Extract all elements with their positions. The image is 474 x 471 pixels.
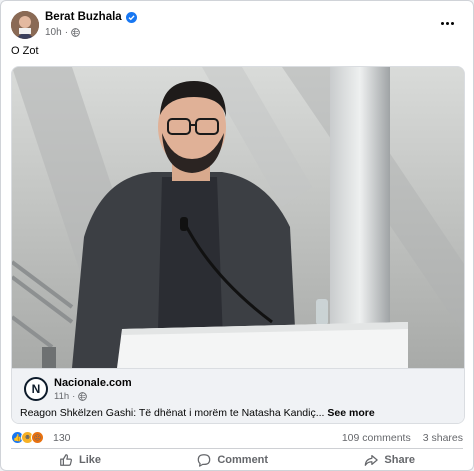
source-logo-icon: N — [24, 377, 48, 401]
comment-button[interactable]: Comment — [149, 450, 316, 470]
share-button[interactable]: Share — [316, 450, 463, 470]
post-header: Berat Buzhala 10h · — [11, 9, 463, 43]
comment-icon — [198, 454, 211, 467]
globe-icon — [78, 392, 88, 401]
globe-icon — [71, 28, 80, 37]
comments-count[interactable]: 109 comments — [342, 432, 411, 444]
angry-reaction-icon: ☹ — [31, 431, 44, 444]
shared-link-card[interactable]: N Nacionale.com 11h · Reagon Shkëlzen Ga… — [11, 66, 465, 424]
source-meta: 11h · — [54, 391, 88, 402]
shares-count[interactable]: 3 shares — [423, 432, 463, 444]
reactions-bar: 👍 ☻ ☹ 130 109 comments 3 shares — [11, 431, 463, 445]
feed-post: Berat Buzhala 10h · O Zot N Nacionale.co… — [0, 0, 474, 471]
post-meta: 10h · — [45, 27, 80, 38]
divider — [11, 448, 463, 449]
post-time[interactable]: 10h — [45, 27, 62, 38]
author-name[interactable]: Berat Buzhala — [45, 11, 137, 23]
like-button[interactable]: Like — [11, 450, 149, 470]
reaction-count[interactable]: 130 — [53, 432, 71, 444]
see-more-link[interactable]: See more — [327, 407, 374, 419]
post-actions: Like Comment Share — [11, 450, 463, 470]
reaction-icons[interactable]: 👍 ☻ ☹ — [11, 431, 44, 444]
source-name[interactable]: Nacionale.com — [54, 377, 132, 389]
share-icon — [365, 455, 379, 466]
link-preview-footer[interactable]: N Nacionale.com 11h · Reagon Shkëlzen Ga… — [12, 368, 464, 423]
source-time: 11h — [54, 391, 70, 402]
post-caption: O Zot — [11, 45, 39, 57]
verified-badge-icon — [125, 11, 137, 23]
thumbs-up-icon — [60, 454, 72, 466]
shared-headline[interactable]: Reagon Shkëlzen Gashi: Të dhënat i morëm… — [20, 407, 375, 419]
shared-photo[interactable] — [12, 67, 464, 368]
author-name-text[interactable]: Berat Buzhala — [45, 11, 122, 23]
engagement-stats: 109 comments 3 shares — [342, 432, 463, 444]
author-avatar[interactable] — [11, 11, 39, 39]
more-options-icon[interactable] — [437, 15, 457, 31]
